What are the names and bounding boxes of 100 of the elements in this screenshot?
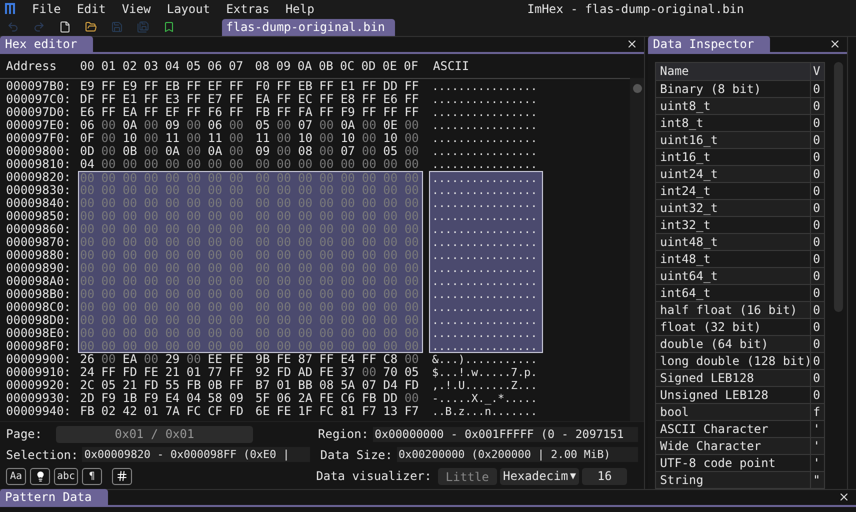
- hex-bytes: 24 FF FD FE 21 01 77 FF 92 FD AD FE 37 00 70 05: [79, 366, 420, 379]
- file-tab[interactable]: flas-dump-original.bin: [222, 19, 395, 36]
- inspector-value-cell-text: 0: [812, 285, 822, 301]
- address-cell-text: 00009820:: [6, 171, 72, 184]
- inspector-value-cell-text: 0: [812, 336, 822, 352]
- folder-icon[interactable]: [85, 21, 97, 33]
- ascii-cell: ................: [429, 249, 543, 262]
- close-icon[interactable]: [626, 38, 638, 50]
- ascii-cell: ................: [429, 301, 543, 314]
- ascii-cell: ................: [429, 340, 543, 353]
- file-icon[interactable]: [59, 21, 71, 33]
- inspector-value-cell-text: ': [812, 421, 822, 437]
- column-header: 05: [186, 58, 202, 75]
- inspector-value-cell-text: 0: [812, 217, 822, 233]
- ascii-cell: ................: [429, 184, 543, 197]
- bytes-per-row-field[interactable]: 16: [582, 468, 628, 484]
- column-header: Address: [6, 58, 58, 75]
- address-cell-text: 000098D0:: [6, 314, 72, 327]
- address-cell-text: 000097E0:: [6, 119, 72, 132]
- hex-bytes: 04 00 00 00 00 00 00 00 00 00 00 00 00 00 00 00: [79, 158, 420, 171]
- lightbulb-icon: [34, 470, 46, 482]
- scrollbar[interactable]: [834, 62, 843, 312]
- ascii-cell: ................: [429, 327, 543, 340]
- address-cell-text: 000097C0:: [6, 93, 72, 106]
- address-cell-text: 000098E0:: [6, 327, 72, 340]
- selection-label: Selection:: [6, 446, 78, 464]
- address-cell-text: 000097B0:: [6, 80, 72, 93]
- grid-button[interactable]: [112, 468, 132, 484]
- menu-item[interactable]: File: [32, 0, 61, 18]
- toggle-button[interactable]: ¶: [82, 468, 102, 484]
- hex-bytes: 26 00 EA 00 29 00 EE FE 9B FE 87 FF E4 FF C8 00: [79, 353, 420, 366]
- address-cell-text: 00009850:: [6, 210, 72, 223]
- column-header: 0D: [361, 58, 377, 75]
- address-cell-text: 000097D0:: [6, 106, 72, 119]
- region-label: Region:: [318, 426, 369, 443]
- ascii-cell: ................: [429, 236, 543, 249]
- ascii-cell-text: ................: [431, 93, 538, 106]
- address-cell-text: 00009920:: [6, 379, 72, 392]
- address-cell-text: 00009900:: [6, 353, 72, 366]
- close-icon[interactable]: [838, 491, 850, 503]
- toggle-button[interactable]: Aa: [6, 468, 26, 484]
- hex-bytes: 06 00 0A 00 09 00 06 00 05 00 07 00 0A 00 0E 00: [79, 119, 420, 132]
- column-header: 07: [228, 58, 244, 75]
- data-size-label: Data Size:: [320, 446, 392, 464]
- menu-item[interactable]: Extras: [226, 0, 270, 18]
- toggle-button[interactable]: abc: [54, 468, 78, 484]
- address-cell-text: 00009930:: [6, 392, 72, 405]
- panel-tab[interactable]: Hex editor: [0, 36, 94, 52]
- hex-bytes: 2C 05 21 FD 55 FB 0B FF B7 01 BB 08 5A 07 D4 FD: [79, 379, 420, 392]
- ascii-cell-text: ................: [431, 80, 538, 93]
- selection-field[interactable]: 0x00009820 - 0x000098FF (0xE0 |: [82, 447, 310, 462]
- ascii-cell: ................: [429, 210, 543, 223]
- scrollbar[interactable]: [630, 78, 644, 421]
- address-cell-text: 000098B0:: [6, 288, 72, 301]
- column-header: 08: [255, 58, 270, 75]
- ascii-cell-text: ................: [431, 119, 538, 132]
- close-icon[interactable]: [829, 38, 841, 50]
- panel-tab[interactable]: Data Inspector: [648, 36, 770, 52]
- ascii-cell: ................: [429, 275, 543, 288]
- inspector-name-cell[interactable]: String: [656, 472, 811, 488]
- ascii-cell: ................: [429, 262, 543, 275]
- column-header: 0F: [404, 58, 420, 75]
- address-cell-text: 000098A0:: [6, 275, 72, 288]
- column-header: 0E: [382, 58, 398, 75]
- menu-item[interactable]: Layout: [166, 0, 210, 18]
- menu-item[interactable]: Edit: [76, 0, 106, 18]
- address-cell-text: 00009830:: [6, 184, 72, 197]
- address-cell-text: 000098F0:: [6, 340, 72, 353]
- column-header: 00: [80, 58, 96, 75]
- address-cell-text: 000098C0:: [6, 301, 72, 314]
- address-cell-text: 00009860:: [6, 223, 72, 236]
- page-field[interactable]: 0x01 / 0x01: [56, 426, 253, 442]
- panel-tab[interactable]: Pattern Data: [0, 489, 108, 505]
- app-logo-icon: [4, 3, 16, 15]
- lightbulb-button[interactable]: [30, 468, 50, 484]
- inspector-value-cell-text: 0: [812, 98, 822, 114]
- bookmark-icon[interactable]: [163, 21, 175, 33]
- column-header: ASCII: [433, 58, 470, 75]
- format-dropdown[interactable]: Hexadecim ▼: [500, 468, 580, 484]
- inspector-value-cell-text: ': [812, 455, 822, 471]
- hex-bytes: DF FF E1 FF E3 FF E7 FF EA FF EC FF E8 FF E6 FF: [79, 93, 420, 106]
- hex-bytes: FB 02 42 01 7A FC CF FD 6E FE 1F FC 81 F7 13 F7: [79, 405, 420, 418]
- menu-item[interactable]: View: [122, 0, 151, 18]
- column-header: 02: [122, 58, 138, 75]
- inspector-value-cell-text: 0: [812, 200, 822, 216]
- column-header: V: [812, 63, 822, 80]
- inspector-value-cell-text: 0: [812, 251, 822, 267]
- ascii-cell-text: ,.!.U.......Z...: [431, 379, 538, 392]
- inspector-value-cell-text: ": [812, 472, 822, 488]
- ascii-cell-text: ................: [431, 145, 538, 158]
- region-field[interactable]: 0x00000000 - 0x001FFFFF (0 - 2097151: [372, 426, 638, 442]
- data-size-field[interactable]: 0x00200000 (0x200000 | 2.00 MiB): [396, 447, 638, 462]
- menu-item[interactable]: Help: [285, 0, 314, 18]
- ascii-cell-text: $...!.w.....7.p.: [431, 366, 538, 379]
- inspector-value-cell-text: 0: [812, 319, 822, 335]
- address-cell-text: 000097F0:: [6, 132, 72, 145]
- visualizer-label: Data visualizer:: [316, 468, 432, 485]
- inspector-value-cell-text: 0: [812, 387, 822, 403]
- address-cell-text: 00009840:: [6, 197, 72, 210]
- endian-toggle[interactable]: Little: [438, 468, 498, 484]
